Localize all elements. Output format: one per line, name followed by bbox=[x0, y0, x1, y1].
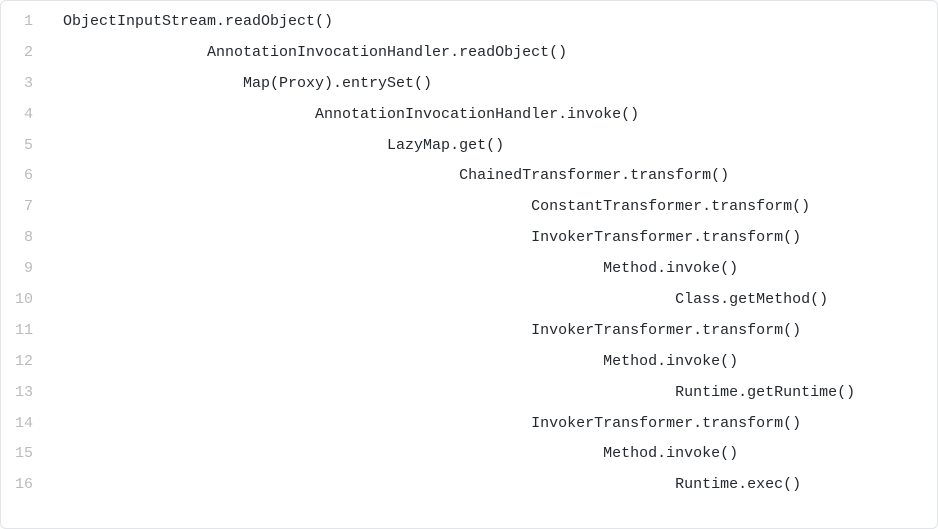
line-number: 5 bbox=[1, 131, 47, 162]
code-line: Method.invoke() bbox=[47, 439, 937, 470]
code-line: Runtime.getRuntime() bbox=[47, 378, 937, 409]
code-line: InvokerTransformer.transform() bbox=[47, 316, 937, 347]
line-number: 14 bbox=[1, 409, 47, 440]
line-number-gutter: 12345678910111213141516 bbox=[1, 1, 47, 528]
code-line: ConstantTransformer.transform() bbox=[47, 192, 937, 223]
line-number: 13 bbox=[1, 378, 47, 409]
code-line: ObjectInputStream.readObject() bbox=[47, 7, 937, 38]
line-number: 8 bbox=[1, 223, 47, 254]
code-line: Class.getMethod() bbox=[47, 285, 937, 316]
code-line: LazyMap.get() bbox=[47, 131, 937, 162]
line-number: 12 bbox=[1, 347, 47, 378]
code-block: 12345678910111213141516 ObjectInputStrea… bbox=[1, 1, 937, 528]
line-number: 9 bbox=[1, 254, 47, 285]
line-number: 15 bbox=[1, 439, 47, 470]
code-line: Method.invoke() bbox=[47, 347, 937, 378]
line-number: 3 bbox=[1, 69, 47, 100]
line-number: 7 bbox=[1, 192, 47, 223]
code-line: InvokerTransformer.transform() bbox=[47, 223, 937, 254]
line-number: 6 bbox=[1, 161, 47, 192]
line-number: 2 bbox=[1, 38, 47, 69]
code-line: AnnotationInvocationHandler.readObject() bbox=[47, 38, 937, 69]
code-line: AnnotationInvocationHandler.invoke() bbox=[47, 100, 937, 131]
code-line: InvokerTransformer.transform() bbox=[47, 409, 937, 440]
line-number: 4 bbox=[1, 100, 47, 131]
line-number: 1 bbox=[1, 7, 47, 38]
line-number: 10 bbox=[1, 285, 47, 316]
code-line: Method.invoke() bbox=[47, 254, 937, 285]
code-content: ObjectInputStream.readObject() Annotatio… bbox=[47, 1, 937, 528]
code-line: Runtime.exec() bbox=[47, 470, 937, 501]
code-line: ChainedTransformer.transform() bbox=[47, 161, 937, 192]
line-number: 11 bbox=[1, 316, 47, 347]
code-line: Map(Proxy).entrySet() bbox=[47, 69, 937, 100]
line-number: 16 bbox=[1, 470, 47, 501]
